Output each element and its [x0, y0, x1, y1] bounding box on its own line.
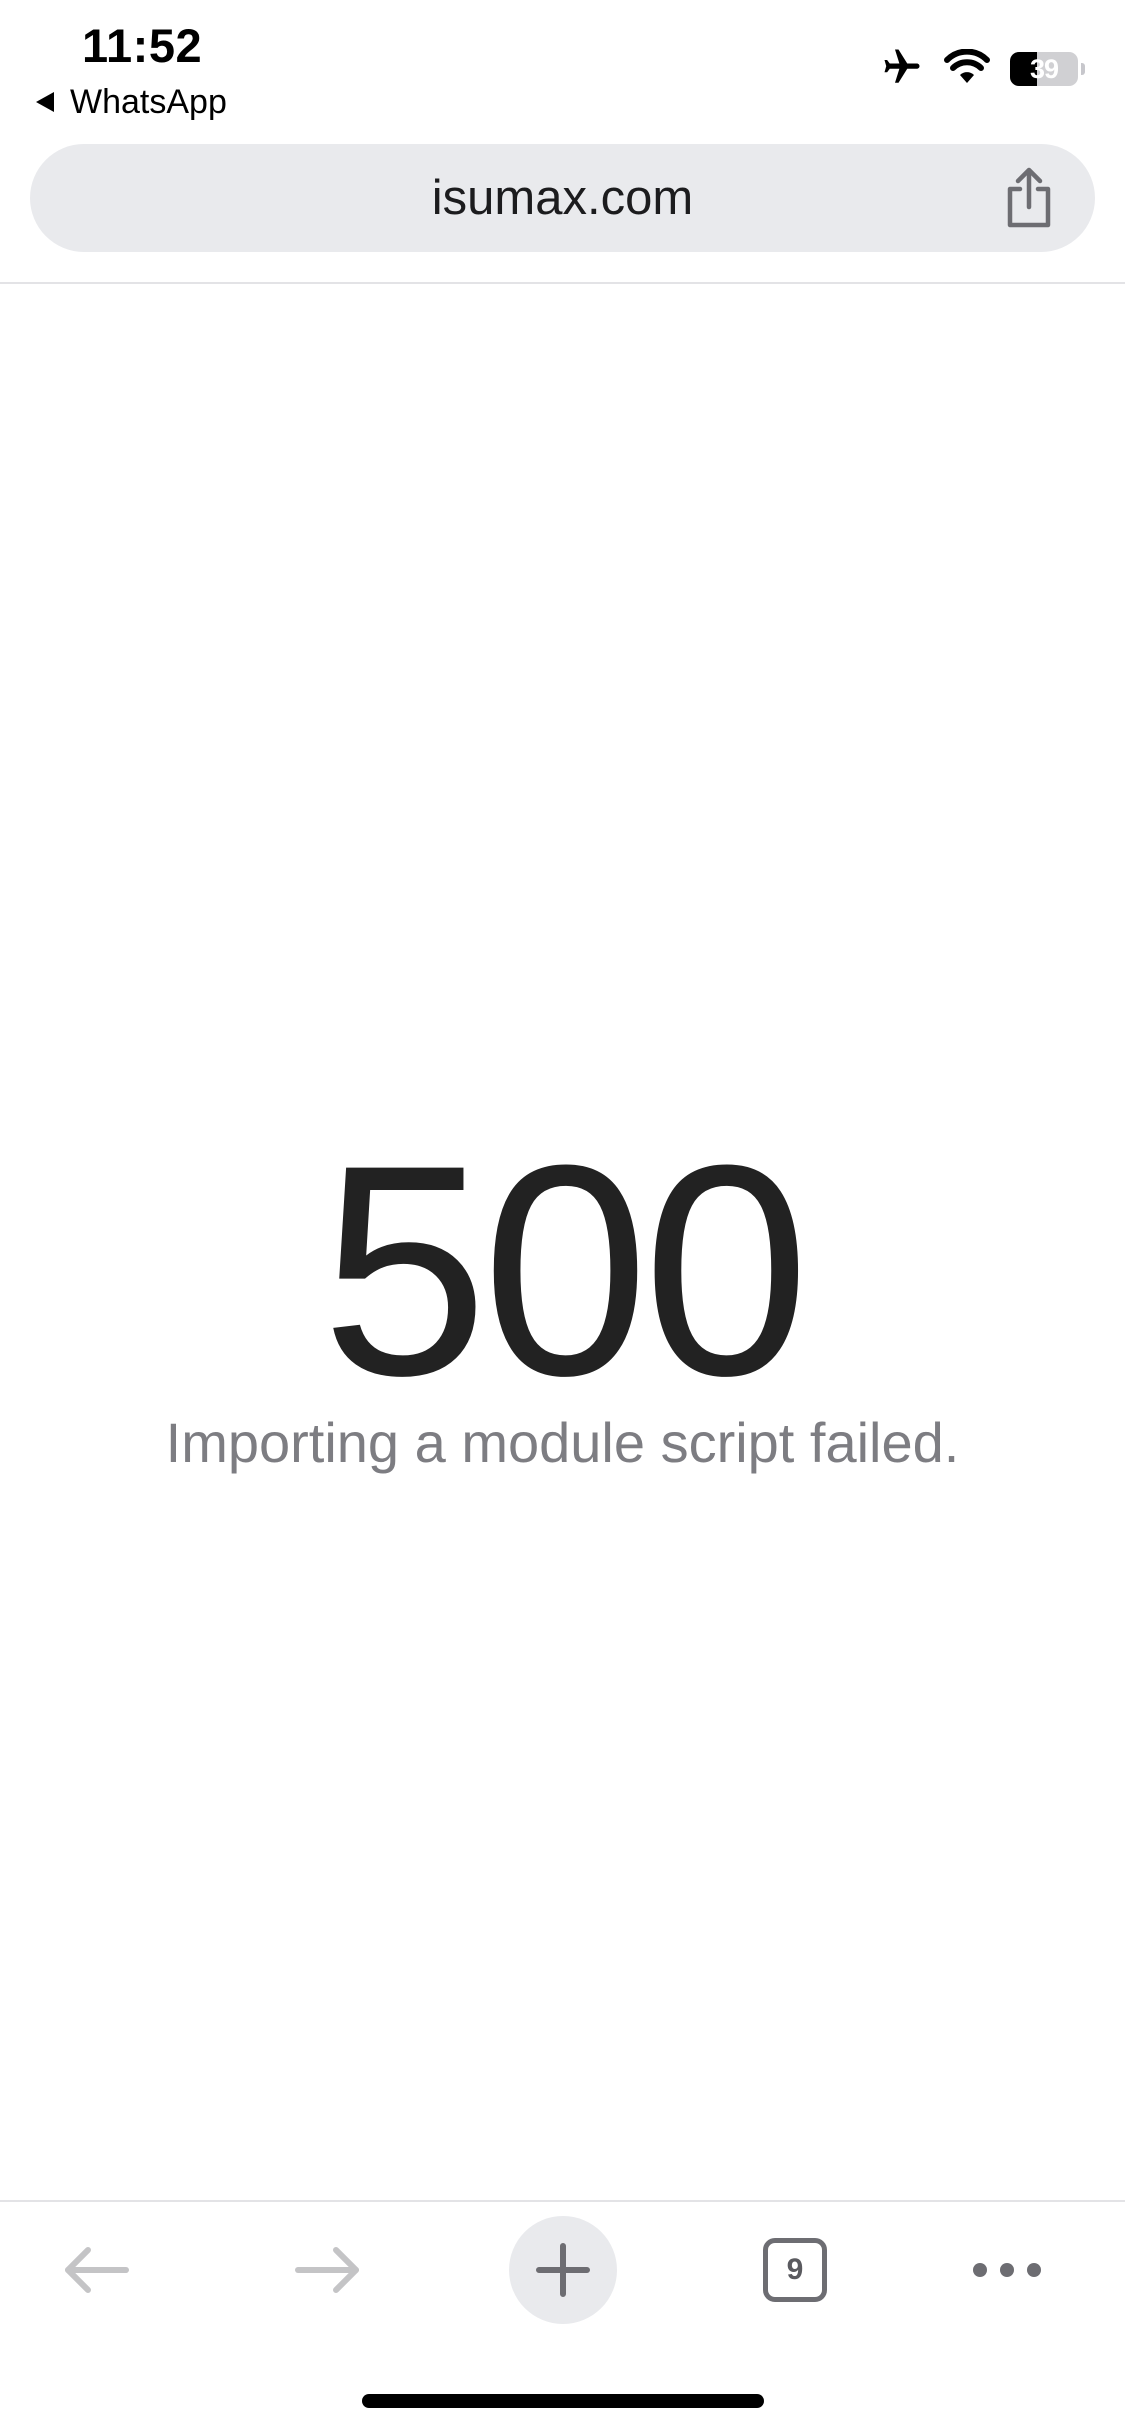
- tab-switcher-button[interactable]: 9: [735, 2205, 855, 2335]
- plus-icon: [536, 2243, 590, 2297]
- status-icons: 39: [880, 48, 1085, 90]
- address-bar-url[interactable]: isumax.com: [30, 144, 1095, 252]
- battery-cap-icon: [1081, 63, 1085, 75]
- error-message: Importing a module script failed.: [165, 1411, 960, 1474]
- address-bar[interactable]: isumax.com: [30, 144, 1095, 252]
- toolbar-divider-bottom: [0, 2200, 1125, 2202]
- error-code: 500: [321, 1102, 810, 1438]
- status-time: 11:52: [82, 19, 203, 72]
- share-button[interactable]: [997, 166, 1061, 230]
- tabs-icon: 9: [763, 2238, 827, 2302]
- more-menu-button[interactable]: [947, 2205, 1067, 2335]
- back-app-label: WhatsApp: [70, 82, 227, 121]
- forward-button[interactable]: [268, 2205, 388, 2335]
- battery-icon: 39: [1010, 52, 1078, 86]
- wifi-icon: [944, 48, 990, 90]
- back-arrow-icon: [65, 2247, 129, 2293]
- back-button[interactable]: [36, 2205, 156, 2335]
- status-bar: 11:52 WhatsApp 39: [0, 0, 1125, 130]
- battery-percent: 39: [1029, 53, 1059, 84]
- new-tab-button[interactable]: [503, 2205, 623, 2335]
- home-indicator[interactable]: [362, 2394, 764, 2408]
- back-triangle-icon: [36, 92, 54, 112]
- share-icon: [1007, 167, 1051, 228]
- airplane-icon: [880, 46, 924, 93]
- forward-arrow-icon: [295, 2247, 359, 2293]
- more-icon: [973, 2263, 1041, 2277]
- battery-indicator: 39: [1010, 52, 1085, 86]
- toolbar-divider-top: [0, 282, 1125, 284]
- back-to-app-link[interactable]: WhatsApp: [36, 82, 227, 122]
- new-tab-circle: [509, 2216, 617, 2324]
- tabs-count: 9: [786, 2253, 804, 2286]
